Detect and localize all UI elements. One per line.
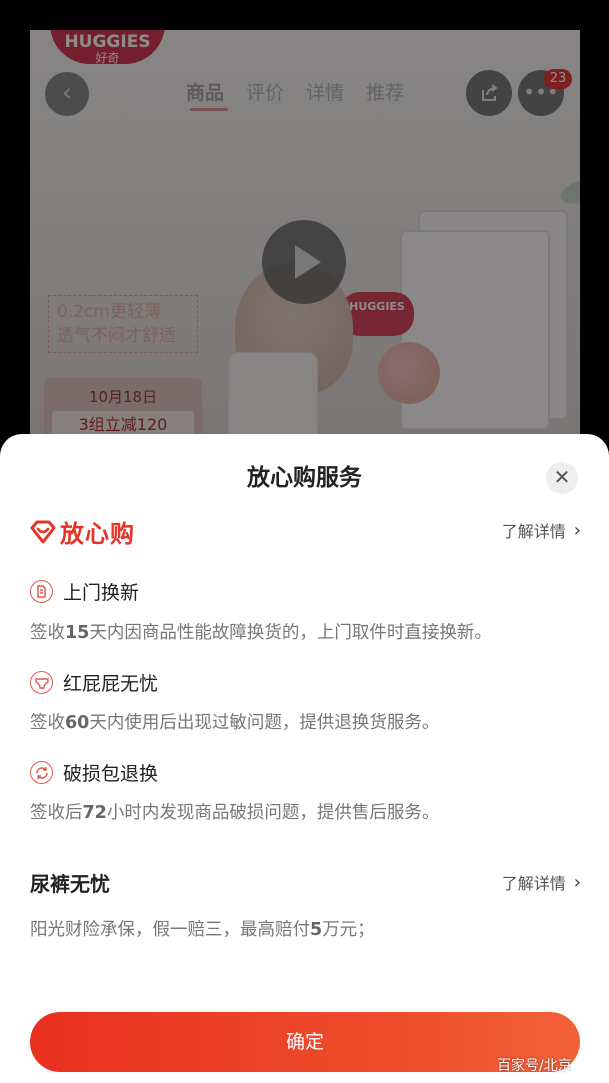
service-title: 上门换新 [63,582,140,604]
assurance-brand: 放心购 [30,514,135,549]
service-title: 红屁屁无忧 [63,673,159,695]
service-item-damage-return: 破损包退换 [30,759,158,786]
service-item-rash-free: 红屁屁无忧 [30,669,158,696]
diaper-insurance-detail-link[interactable]: 了解详情 › [502,870,581,894]
replace-icon [30,580,53,603]
service-sheet: 放心购服务 ✕ 放心购 了解详情 › 上门换新 签收15天内因商品性能故障换货的… [0,434,609,1083]
brand-label: 放心购 [60,520,135,548]
assurance-detail-link[interactable]: 了解详情 › [502,518,581,542]
service-desc: 签收15天内因商品性能故障换货的，上门取件时直接换新。 [30,623,492,643]
close-icon: ✕ [553,465,571,489]
diaper-insurance-desc: 阳光财险承保，假一赔三，最高赔付5万元； [30,920,375,940]
chevron-right-icon: › [573,519,581,541]
service-desc: 签收后72小时内发现商品破损问题，提供售后服务。 [30,803,440,823]
close-button[interactable]: ✕ [546,462,578,494]
diaper-insurance-title: 尿裤无忧 [30,872,110,896]
chevron-right-icon: › [573,871,581,893]
refresh-icon [30,761,53,784]
diamond-heart-icon [30,520,56,543]
service-desc: 签收60天内使用后出现过敏问题，提供退换货服务。 [30,713,440,733]
service-item-home-replace: 上门换新 [30,578,139,605]
service-title: 破损包退换 [63,763,159,785]
sheet-title: 放心购服务 [247,465,362,491]
app-screen: HUGGIES 好奇 HUGGIES ‹ 商品 评价 详情 推荐 ••• 23 … [0,0,609,1083]
diaper-icon [30,671,53,694]
watermark: 百家号/北京 [497,1058,572,1074]
